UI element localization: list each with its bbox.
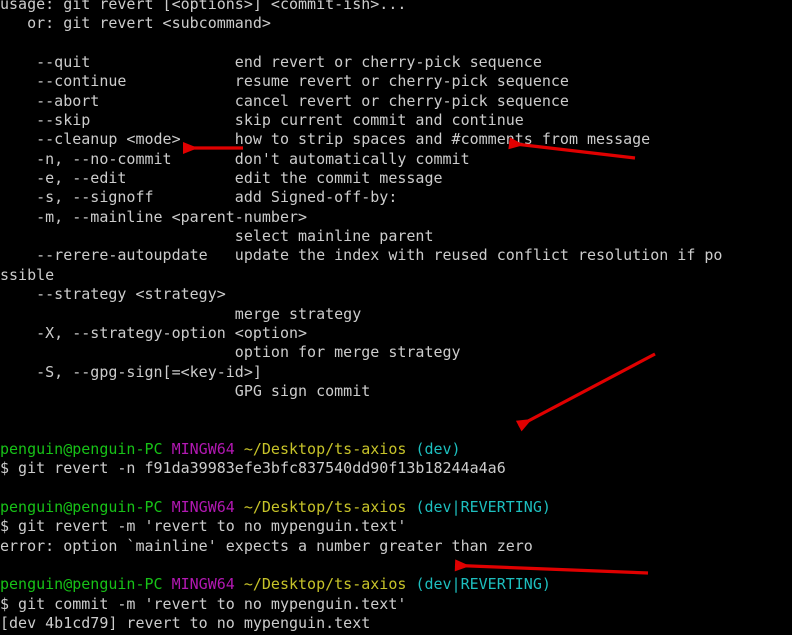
- terminal-text-segment: ~/Desktop/ts-axios: [243, 439, 407, 458]
- terminal-text-segment: merge strategy: [0, 304, 362, 323]
- terminal-line: select mainline parent: [0, 227, 792, 246]
- terminal-line: error: option `mainline' expects a numbe…: [0, 537, 792, 556]
- terminal-line: --continue resume revert or cherry-pick …: [0, 72, 792, 91]
- terminal-line: usage: git revert [<options>] <commit-is…: [0, 0, 792, 14]
- terminal-text-segment: error: option `mainline' expects a numbe…: [0, 536, 533, 555]
- terminal-window[interactable]: usage: git revert [<options>] <commit-is…: [0, 0, 792, 635]
- terminal-line: -X, --strategy-option <option>: [0, 324, 792, 343]
- terminal-line: --quit end revert or cherry-pick sequenc…: [0, 53, 792, 72]
- terminal-text-segment: -n, --no-commit don't automatically comm…: [0, 149, 470, 168]
- terminal-line: --cleanup <mode> how to strip spaces and…: [0, 130, 792, 149]
- terminal-text-segment: MINGW64: [171, 497, 235, 516]
- terminal-text-segment: (dev|REVERTING): [415, 575, 551, 594]
- terminal-line: --abort cancel revert or cherry-pick seq…: [0, 92, 792, 111]
- terminal-line: penguin@penguin-PC MINGW64 ~/Desktop/ts-…: [0, 575, 792, 594]
- terminal-text-segment: -m, --mainline <parent-number>: [0, 207, 308, 226]
- terminal-text-segment: penguin@penguin-PC: [0, 575, 163, 594]
- terminal-line: $ git revert -m 'revert to no mypenguin.…: [0, 517, 792, 536]
- terminal-text-segment: or: git revert <subcommand>: [0, 14, 271, 33]
- terminal-text-segment: $ git revert -n f91da39983efe3bfc837540d…: [0, 459, 506, 478]
- terminal-text-segment: penguin@penguin-PC: [0, 439, 163, 458]
- terminal-line: --skip skip current commit and continue: [0, 111, 792, 130]
- terminal-line: [dev 4b1cd79] revert to no mypenguin.tex…: [0, 614, 792, 633]
- terminal-line: ssible: [0, 266, 792, 285]
- terminal-text-segment: --continue resume revert or cherry-pick …: [0, 72, 569, 91]
- terminal-text-segment: select mainline parent: [0, 227, 434, 246]
- terminal-text-segment: --strategy <strategy>: [0, 285, 226, 304]
- terminal-line: -n, --no-commit don't automatically comm…: [0, 150, 792, 169]
- terminal-line: merge strategy: [0, 305, 792, 324]
- terminal-text-segment: (dev): [415, 439, 461, 458]
- terminal-text-segment: ~/Desktop/ts-axios: [243, 497, 407, 516]
- terminal-line: or: git revert <subcommand>: [0, 14, 792, 33]
- terminal-text-segment: $ git revert -m 'revert to no mypenguin.…: [0, 517, 407, 536]
- terminal-text-segment: GPG sign commit: [0, 381, 371, 400]
- terminal-line: --strategy <strategy>: [0, 285, 792, 304]
- terminal-text-segment: MINGW64: [171, 575, 235, 594]
- terminal-line: -s, --signoff add Signed-off-by:: [0, 188, 792, 207]
- terminal-text-segment: -e, --edit edit the commit message: [0, 169, 443, 188]
- terminal-text-segment: penguin@penguin-PC: [0, 497, 163, 516]
- terminal-line: penguin@penguin-PC MINGW64 ~/Desktop/ts-…: [0, 498, 792, 517]
- terminal-text-segment: option for merge strategy: [0, 343, 461, 362]
- terminal-text-segment: --quit end revert or cherry-pick sequenc…: [0, 53, 542, 72]
- terminal-text-segment: --skip skip current commit and continue: [0, 111, 524, 130]
- terminal-text-segment: -s, --signoff add Signed-off-by:: [0, 188, 398, 207]
- terminal-text-segment: ~/Desktop/ts-axios: [243, 575, 407, 594]
- terminal-text-segment: ssible: [0, 265, 55, 284]
- terminal-line: $ git revert -n f91da39983efe3bfc837540d…: [0, 459, 792, 478]
- terminal-line: GPG sign commit: [0, 382, 792, 401]
- terminal-text-segment: (dev|REVERTING): [415, 497, 551, 516]
- terminal-text-segment: -X, --strategy-option <option>: [0, 323, 308, 342]
- terminal-line: -m, --mainline <parent-number>: [0, 208, 792, 227]
- terminal-line: --rerere-autoupdate update the index wit…: [0, 246, 792, 265]
- terminal-text-segment: -S, --gpg-sign[=<key-id>]: [0, 362, 262, 381]
- terminal-line: $ git commit -m 'revert to no mypenguin.…: [0, 595, 792, 614]
- terminal-line: -e, --edit edit the commit message: [0, 169, 792, 188]
- terminal-line: penguin@penguin-PC MINGW64 ~/Desktop/ts-…: [0, 440, 792, 459]
- terminal-text-segment: [dev 4b1cd79] revert to no mypenguin.tex…: [0, 614, 371, 632]
- terminal-text-segment: --cleanup <mode> how to strip spaces and…: [0, 130, 651, 149]
- terminal-text-segment: --abort cancel revert or cherry-pick seq…: [0, 91, 569, 110]
- terminal-line: -S, --gpg-sign[=<key-id>]: [0, 363, 792, 382]
- terminal-output-buffer: usage: git revert [<options>] <commit-is…: [0, 0, 792, 635]
- terminal-text-segment: usage: git revert [<options>] <commit-is…: [0, 0, 407, 13]
- terminal-line: option for merge strategy: [0, 343, 792, 362]
- terminal-text-segment: MINGW64: [171, 439, 235, 458]
- terminal-text-segment: $ git commit -m 'revert to no mypenguin.…: [0, 594, 407, 613]
- terminal-text-segment: --rerere-autoupdate update the index wit…: [0, 246, 723, 265]
